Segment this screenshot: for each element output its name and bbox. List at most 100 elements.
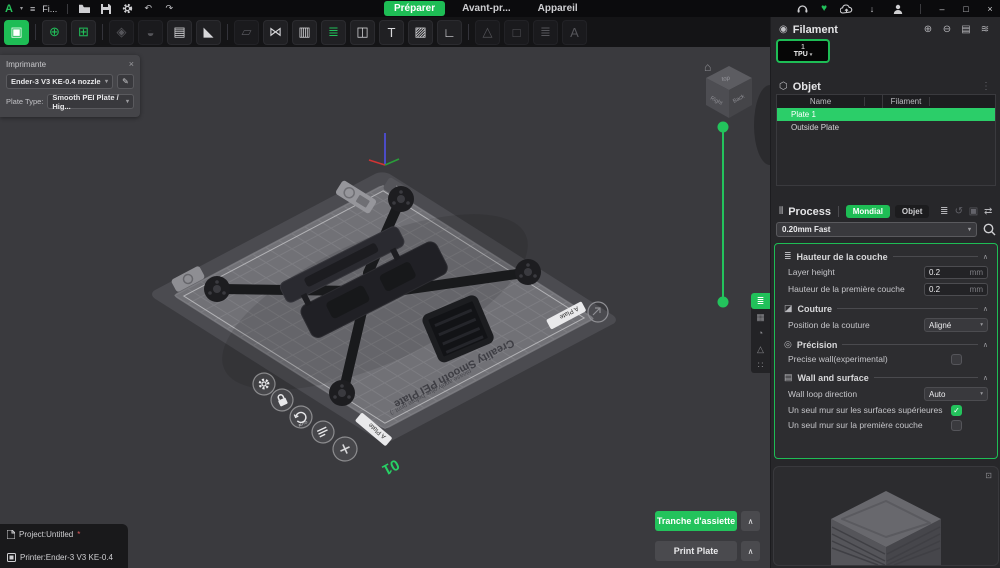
window-close-button[interactable]: ×	[984, 4, 996, 14]
filament-slot-1[interactable]: 1 TPU ▾	[776, 39, 830, 63]
measure-button[interactable]: ∟	[437, 20, 462, 45]
support-paint-button[interactable]: △	[475, 20, 500, 45]
section-precision[interactable]: ◎ Précision ∧	[775, 334, 997, 352]
window-maximize-button[interactable]: □	[960, 4, 972, 14]
mirror-button[interactable]: ⋈	[263, 20, 288, 45]
split-objects-button[interactable]: ▤	[167, 20, 192, 45]
add-to-plate-button[interactable]	[329, 433, 361, 465]
window-minimize-button[interactable]: –	[936, 4, 948, 14]
nav-cube[interactable]: ⌂ top Right Back	[704, 60, 752, 118]
home-view-icon[interactable]: ⌂	[704, 60, 711, 74]
remove-filament-icon[interactable]: ⊖	[940, 24, 954, 35]
single-wall-top-checkbox[interactable]: ✓	[951, 405, 962, 416]
slice-options-button[interactable]: ∧	[741, 511, 760, 531]
settings-gear-icon[interactable]	[120, 3, 134, 15]
filament-header: ◉ Filament ⊕ ⊖ ▤ ≋	[771, 21, 1000, 38]
tab-device[interactable]: Appareil	[528, 1, 588, 16]
cloud-upload-icon[interactable]	[839, 3, 853, 15]
collapse-chevron-icon[interactable]: ∧	[983, 374, 988, 382]
tab-support[interactable]: △	[751, 341, 770, 357]
save-preset-icon[interactable]: ▣	[969, 206, 979, 217]
main-tabs: Préparer Avant-pr... Appareil	[384, 1, 588, 16]
filament-list-icon[interactable]: ▤	[959, 24, 973, 35]
process-preset-select[interactable]: 0.20mm Fast ▾	[776, 222, 977, 237]
slider-handle-bottom[interactable]	[718, 297, 729, 308]
tab-quality[interactable]: ≣	[751, 293, 770, 309]
object-row-plate1[interactable]: Plate 1	[777, 108, 995, 121]
clipping-slider[interactable]	[718, 122, 729, 308]
add-object-button[interactable]: ⊕	[42, 20, 67, 45]
single-wall-first-layer-checkbox[interactable]: ✓	[951, 420, 962, 431]
section-layer-height[interactable]: ≣ Hauteur de la couche ∧	[775, 246, 997, 264]
layer-height-input[interactable]: 0.2 mm	[924, 266, 988, 279]
object-row-outside-plate[interactable]: Outside Plate	[777, 121, 995, 134]
tab-preview[interactable]: Avant-pr...	[452, 1, 521, 16]
user-icon[interactable]	[891, 3, 905, 15]
edit-printer-button[interactable]: ✎	[117, 74, 134, 89]
collapse-chevron-icon[interactable]: ∧	[983, 253, 988, 261]
variable-layer-height-button[interactable]: ≣	[321, 20, 346, 45]
panel-collapse-handle[interactable]	[754, 85, 770, 165]
build-plate-scene[interactable]: Creality Smooth PEI Plate please apply g…	[0, 47, 770, 568]
add-plate-button[interactable]: ⊞	[71, 20, 96, 45]
favorite-heart-icon[interactable]: ♥	[821, 3, 827, 14]
cut-tool-button[interactable]: □	[504, 20, 529, 45]
process-tab-object[interactable]: Objet	[895, 205, 929, 218]
collapse-chevron-icon[interactable]: ∧	[983, 305, 988, 313]
printer-panel-close-icon[interactable]: ×	[129, 59, 134, 69]
transfer-settings-icon[interactable]: ⇄	[983, 206, 993, 217]
redo-icon[interactable]: ↷	[162, 3, 176, 15]
support-headset-icon[interactable]	[795, 3, 809, 15]
tab-strength[interactable]: ▦	[751, 309, 770, 325]
process-tab-global[interactable]: Mondial	[846, 205, 890, 218]
object-row-label: Plate 1	[791, 110, 816, 119]
arrange-button[interactable]: ◈	[109, 20, 134, 45]
tab-prepare[interactable]: Préparer	[384, 1, 445, 16]
tab-others[interactable]: ∷	[751, 357, 770, 373]
wall-loop-direction-select[interactable]: Auto ▾	[924, 387, 988, 401]
plate-preview-pane[interactable]: ⊡	[773, 466, 999, 566]
add-filament-icon[interactable]: ⊕	[921, 24, 935, 35]
open-folder-icon[interactable]	[78, 3, 92, 15]
viewport-3d[interactable]: Creality Smooth PEI Plate please apply g…	[0, 47, 770, 568]
flatten-button[interactable]: ◣	[196, 20, 221, 45]
slider-handle-top[interactable]	[718, 122, 729, 133]
collapse-chevron-icon[interactable]: ∧	[983, 341, 988, 349]
paint-button[interactable]: ▨	[408, 20, 433, 45]
printer-preset-select[interactable]: Ender-3 V3 KE-0.4 nozzle ▾	[6, 74, 113, 89]
first-layer-height-input[interactable]: 0.2 mm	[924, 283, 988, 296]
cut-button[interactable]: ◫	[350, 20, 375, 45]
action-buttons: Tranche d'assiette ∧ Print Plate ∧	[655, 511, 760, 561]
logo-caret-icon[interactable]: ▾	[20, 5, 23, 12]
text-tool-button[interactable]: T	[379, 20, 404, 45]
caret-down-icon: ▾	[105, 78, 108, 85]
undo-icon[interactable]: ↶	[141, 3, 155, 15]
file-menu[interactable]: Fi...	[42, 4, 57, 14]
preview-expand-icon[interactable]: ⊡	[985, 471, 992, 480]
section-seam[interactable]: ◪ Couture ∧	[775, 298, 997, 316]
seam-position-select[interactable]: Aligné ▾	[924, 318, 988, 332]
save-icon[interactable]	[99, 3, 113, 15]
advanced-settings-icon[interactable]: ≣	[939, 206, 949, 217]
search-preset-icon[interactable]	[983, 223, 996, 236]
letter-tool-button[interactable]: A	[562, 20, 587, 45]
section-wall-surface[interactable]: ▤ Wall and surface ∧	[775, 367, 997, 385]
clone-button[interactable]: ▥	[292, 20, 317, 45]
tab-speed[interactable]: ◔	[751, 325, 770, 341]
scale-button[interactable]: ▱	[234, 20, 259, 45]
object-menu-icon[interactable]: ⋮	[979, 81, 993, 92]
download-icon[interactable]: ↓	[865, 3, 879, 15]
filament-sync-icon[interactable]: ≋	[978, 24, 992, 35]
history-icon[interactable]: ↺	[954, 206, 964, 217]
plate-name-button[interactable]	[308, 417, 337, 446]
plate-type-select[interactable]: Smooth PEI Plate / Hig... ▾	[47, 94, 134, 109]
print-options-button[interactable]: ∧	[741, 541, 760, 561]
app-logo[interactable]: A	[5, 3, 13, 15]
print-plate-button[interactable]: Print Plate	[655, 541, 737, 561]
hamburger-icon[interactable]: ≡	[30, 4, 35, 14]
seam-button[interactable]: ≣	[533, 20, 558, 45]
auto-orient-button[interactable]: ◒	[138, 20, 163, 45]
select-plate-button[interactable]: ▣	[4, 20, 29, 45]
slice-plate-button[interactable]: Tranche d'assiette	[655, 511, 737, 531]
precise-wall-checkbox[interactable]: ✓	[951, 354, 962, 365]
